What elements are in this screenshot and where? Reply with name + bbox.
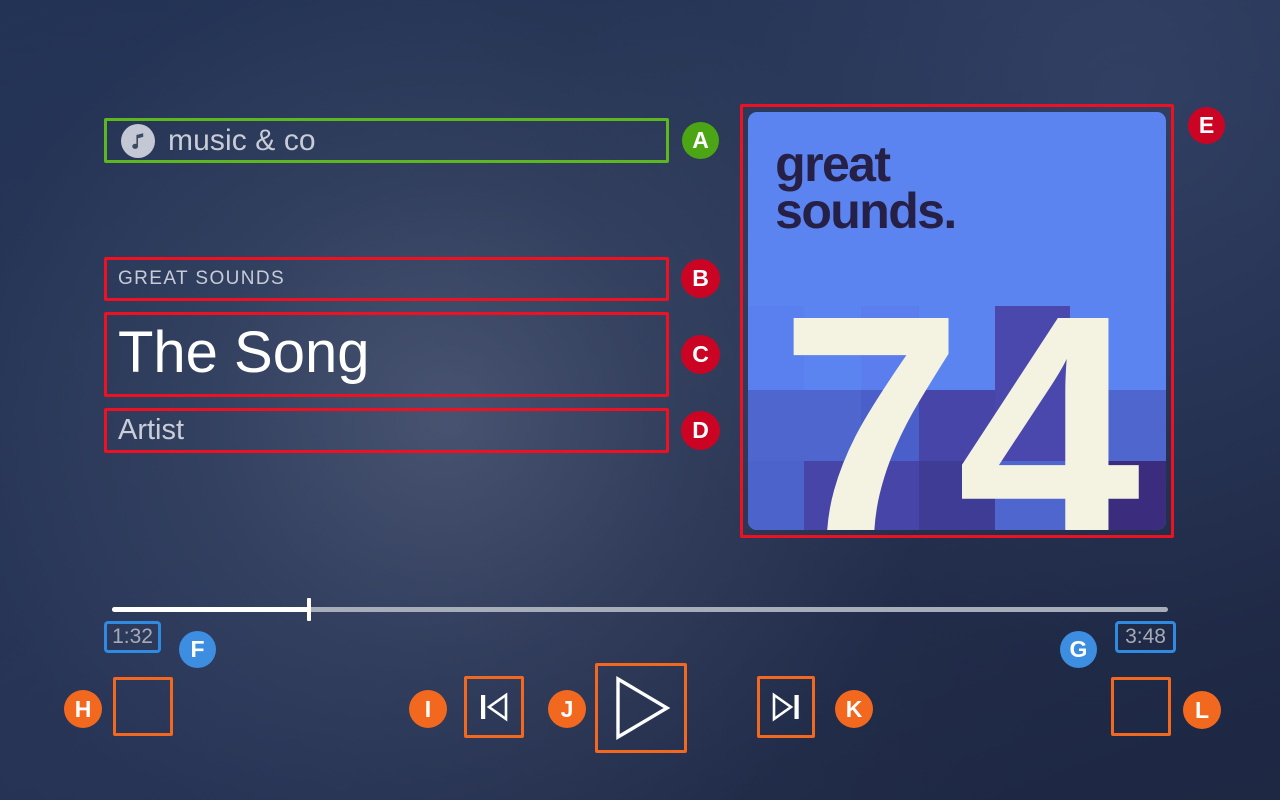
annotation-badge-a: A bbox=[682, 122, 719, 159]
annotation-badge-k: K bbox=[835, 690, 873, 728]
annotation-badge-b: B bbox=[681, 259, 720, 298]
play-button[interactable] bbox=[595, 663, 687, 753]
progress-bar[interactable] bbox=[112, 598, 1168, 621]
skip-previous-icon bbox=[476, 689, 512, 725]
album-label-text: GREAT SOUNDS bbox=[118, 268, 286, 289]
music-player-screen: music & co A GREAT SOUNDS B The Song C A… bbox=[0, 0, 1280, 800]
next-button[interactable] bbox=[757, 676, 815, 738]
album-label-field[interactable]: GREAT SOUNDS bbox=[104, 257, 669, 301]
shuffle-button[interactable] bbox=[113, 677, 173, 736]
annotation-badge-h: H bbox=[64, 690, 102, 728]
track-title-field[interactable]: The Song bbox=[104, 312, 669, 397]
album-art-container[interactable]: great sounds. 74 bbox=[740, 104, 1174, 538]
artist-text: Artist bbox=[118, 414, 185, 446]
play-icon bbox=[610, 675, 672, 741]
annotation-badge-f: F bbox=[179, 631, 216, 668]
skip-next-icon bbox=[768, 689, 804, 725]
app-title-field[interactable]: music & co bbox=[104, 118, 669, 163]
album-art-image: great sounds. 74 bbox=[748, 112, 1166, 530]
annotation-badge-c: C bbox=[681, 335, 720, 374]
music-note-icon bbox=[121, 123, 155, 158]
total-time-label: 3:48 bbox=[1115, 621, 1176, 653]
progress-thumb[interactable] bbox=[307, 598, 312, 621]
annotation-badge-g: G bbox=[1060, 631, 1097, 668]
app-title-text: music & co bbox=[168, 123, 316, 157]
progress-fill bbox=[112, 607, 310, 612]
annotation-badge-i: I bbox=[409, 690, 447, 728]
album-art-wordmark: great sounds. bbox=[775, 139, 957, 236]
track-title-text: The Song bbox=[118, 319, 370, 385]
annotation-badge-d: D bbox=[681, 411, 720, 450]
repeat-button[interactable] bbox=[1111, 677, 1171, 736]
album-art-wordmark-line2: sounds. bbox=[775, 183, 957, 240]
current-time-label: 1:32 bbox=[104, 621, 161, 653]
album-art-number: 74 bbox=[779, 246, 1140, 531]
artist-field[interactable]: Artist bbox=[104, 408, 669, 453]
annotation-badge-l: L bbox=[1183, 691, 1221, 729]
previous-button[interactable] bbox=[464, 676, 524, 738]
annotation-badge-j: J bbox=[548, 690, 586, 728]
annotation-badge-e: E bbox=[1188, 107, 1225, 144]
